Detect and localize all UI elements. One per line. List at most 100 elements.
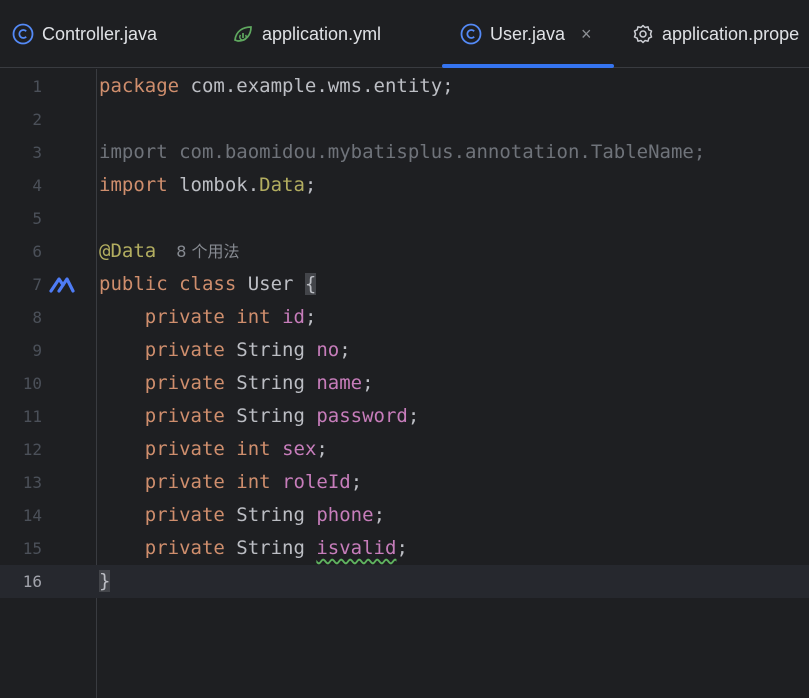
code-text[interactable]: private int roleId;	[99, 466, 362, 499]
code-text[interactable]: private int sex;	[99, 433, 328, 466]
line-number[interactable]: 16	[0, 565, 42, 598]
code-line[interactable]: 5	[0, 202, 809, 235]
code-token: password	[316, 405, 408, 427]
code-token: String	[224, 339, 317, 361]
code-token: roleId	[282, 471, 351, 493]
code-token: private	[144, 537, 225, 559]
code-token: }	[99, 570, 111, 592]
code-token: private int	[144, 438, 271, 460]
line-number[interactable]: 13	[0, 466, 42, 499]
line-number[interactable]: 4	[0, 169, 42, 202]
code-token: import	[99, 174, 168, 196]
code-token: ;	[339, 339, 351, 361]
code-line[interactable]: 4 import lombok.Data;	[0, 169, 809, 202]
code-text[interactable]: package com.example.wms.entity;	[99, 70, 454, 103]
code-line[interactable]: 8 private int id;	[0, 301, 809, 334]
line-number[interactable]: 6	[0, 235, 42, 268]
code-token: private	[144, 504, 225, 526]
line-number[interactable]: 14	[0, 499, 42, 532]
code-token: name	[316, 372, 363, 394]
code-text[interactable]: private String phone;	[99, 499, 385, 532]
active-tab-indicator	[442, 64, 614, 68]
code-line[interactable]: 14 private String phone;	[0, 499, 809, 532]
tab-application-properties[interactable]: application.prope	[632, 0, 799, 68]
code-token: id	[282, 306, 305, 328]
code-token: ;	[407, 405, 420, 427]
code-text[interactable]: import com.baomidou.mybatisplus.annotati…	[99, 136, 705, 169]
spring-leaf-icon	[234, 26, 252, 42]
code-line[interactable]: 9 private String no;	[0, 334, 809, 367]
tab-user-java[interactable]: User.java ×	[442, 0, 614, 68]
tab-label: application.prope	[662, 23, 800, 44]
line-number[interactable]: 9	[0, 334, 42, 367]
implemented-marker-icon[interactable]	[49, 276, 75, 294]
code-token: package	[99, 75, 180, 97]
line-number[interactable]: 10	[0, 367, 42, 400]
code-token: com.example.wms.entity;	[179, 75, 454, 97]
code-text[interactable]: private String password;	[99, 400, 420, 433]
code-text[interactable]: private String isvalid;	[99, 532, 408, 565]
gear-icon	[633, 24, 653, 44]
code-token: sex	[282, 438, 317, 460]
line-number[interactable]: 5	[0, 202, 42, 235]
code-line[interactable]: 15 private String isvalid;	[0, 532, 809, 565]
line-number[interactable]: 11	[0, 400, 42, 433]
code-token: ;	[396, 537, 408, 559]
line-number[interactable]: 8	[0, 301, 42, 334]
code-token: ;	[316, 438, 328, 460]
code-token: private	[144, 339, 225, 361]
tab-label: User.java	[490, 23, 566, 44]
code-line[interactable]: 11 private String password;	[0, 400, 809, 433]
code-line[interactable]: 6 @Data 8 个用法	[0, 235, 809, 268]
java-class-icon	[12, 23, 34, 45]
code-line[interactable]: 2	[0, 103, 809, 136]
code-line[interactable]: 10 private String name;	[0, 367, 809, 400]
line-number[interactable]: 3	[0, 136, 42, 169]
code-token: no	[316, 339, 340, 361]
code-token: User	[236, 273, 305, 295]
code-token: isvalid	[316, 537, 397, 559]
code-editor[interactable]: 1 package com.example.wms.entity; 2 3 import…	[0, 69, 809, 698]
code-line[interactable]: 13 private int roleId;	[0, 466, 809, 499]
line-number[interactable]: 15	[0, 532, 42, 565]
code-text[interactable]: import lombok.Data;	[99, 169, 316, 202]
code-line[interactable]: 1 package com.example.wms.entity;	[0, 70, 809, 103]
code-text[interactable]: }	[99, 565, 111, 598]
code-token: private int	[144, 471, 271, 493]
code-token: @Data	[99, 240, 157, 262]
code-line[interactable]: 12 private int sex;	[0, 433, 809, 466]
line-number[interactable]: 1	[0, 70, 42, 103]
code-text[interactable]: public class User {	[99, 268, 317, 301]
java-class-icon	[460, 23, 482, 45]
code-text[interactable]: @Data 8 个用法	[99, 235, 239, 268]
code-token: private	[144, 405, 225, 427]
line-number[interactable]: 2	[0, 103, 42, 136]
tab-label: application.yml	[262, 23, 382, 44]
line-number[interactable]: 12	[0, 433, 42, 466]
line-number[interactable]: 7	[0, 268, 42, 301]
code-line[interactable]: 7 public class User {	[0, 268, 809, 301]
code-token: {	[304, 273, 317, 295]
code-token: ;	[304, 174, 317, 196]
close-icon[interactable]: ×	[581, 24, 592, 45]
code-text[interactable]: private String name;	[99, 367, 374, 400]
usages-hint[interactable]: 8 个用法	[176, 242, 239, 261]
code-line[interactable]: 16}	[0, 565, 809, 598]
code-text[interactable]: private int id;	[99, 301, 317, 334]
code-token: String	[224, 537, 317, 559]
code-line[interactable]: 3 import com.baomidou.mybatisplus.annotat…	[0, 136, 809, 169]
code-token: ;	[350, 471, 363, 493]
tab-application-yml[interactable]: application.yml	[232, 0, 381, 68]
code-text[interactable]: private String no;	[99, 334, 351, 367]
tab-controller-java[interactable]: Controller.java	[12, 0, 157, 68]
code-token: private	[144, 372, 225, 394]
code-token: phone	[316, 504, 374, 526]
code-token: String	[224, 372, 317, 394]
